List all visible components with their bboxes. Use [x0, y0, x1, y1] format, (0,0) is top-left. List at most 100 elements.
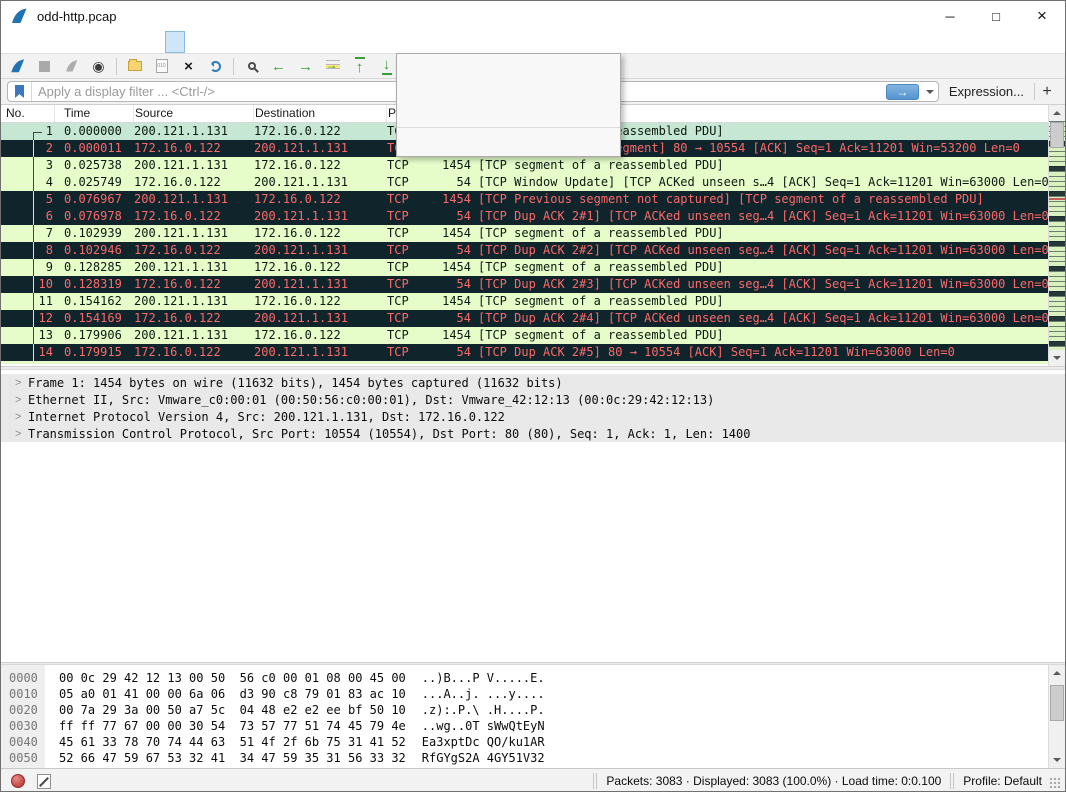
scroll-up-button[interactable] [1049, 105, 1065, 121]
packet-row[interactable]: 14 0.179915 172.16.0.122 200.121.1.131 T… [1, 344, 1048, 361]
packet-source: 200.121.1.131 [134, 259, 254, 276]
menu-item[interactable] [145, 31, 165, 53]
expression-button[interactable]: Expression... [949, 84, 1024, 99]
menu-item[interactable] [165, 31, 185, 53]
packet-length: 1454 [442, 225, 471, 242]
packet-time: 0.179906 [55, 327, 134, 344]
packet-length: 1454 [442, 157, 471, 174]
packet-length: 54 [442, 344, 471, 361]
find-packet-button[interactable] [239, 55, 264, 77]
packet-list-scrollbar[interactable] [1048, 105, 1065, 366]
packet-count-summary: Packets: 3083 · Displayed: 3083 (100.0%)… [606, 774, 941, 788]
detail-text: Transmission Control Protocol, Src Port:… [28, 427, 750, 441]
packet-source: 200.121.1.131 [134, 191, 254, 208]
detail-line[interactable]: > Internet Protocol Version 4, Src: 200.… [1, 408, 1065, 425]
packet-source: 200.121.1.131 [134, 327, 254, 344]
resize-grip[interactable] [1048, 776, 1061, 789]
apply-filter-button[interactable]: → [886, 84, 919, 100]
go-first-packet-button[interactable]: ↑ [347, 55, 372, 77]
column-header-time[interactable]: Time [55, 105, 134, 122]
menu-bar [1, 31, 1065, 53]
expand-chevron-icon[interactable]: > [15, 428, 28, 440]
hex-row[interactable]: 0030 ff ff 77 67 00 00 30 54 73 57 77 51… [1, 718, 1048, 734]
column-header-source[interactable]: Source [134, 105, 254, 122]
minimize-button[interactable]: ─ [927, 1, 973, 31]
hex-row[interactable]: 0040 45 61 33 78 70 74 44 63 51 4f 2f 6b… [1, 734, 1048, 750]
hex-scrollbar[interactable] [1048, 665, 1065, 768]
filter-dropdown-caret[interactable] [922, 82, 938, 101]
close-button[interactable]: × [1019, 1, 1065, 31]
detail-line[interactable]: > Frame 1: 1454 bytes on wire (11632 bit… [1, 374, 1065, 391]
packet-row[interactable]: 9 0.128285 200.121.1.131 172.16.0.122 TC… [1, 259, 1048, 276]
packet-no: 7 [1, 225, 55, 242]
packet-no: 13 [1, 327, 55, 344]
expert-info-icon[interactable] [11, 774, 25, 788]
packet-row[interactable]: 5 0.076967 200.121.1.131 172.16.0.122 TC… [1, 191, 1048, 208]
scroll-down-button[interactable] [1049, 350, 1065, 366]
packet-source: 200.121.1.131 [134, 293, 254, 310]
start-capture-button[interactable] [5, 55, 30, 77]
packet-row[interactable]: 13 0.179906 200.121.1.131 172.16.0.122 T… [1, 327, 1048, 344]
packet-row[interactable]: 6 0.076978 172.16.0.122 200.121.1.131 TC… [1, 208, 1048, 225]
hex-row[interactable]: 0050 52 66 47 59 67 53 32 41 34 47 59 35… [1, 750, 1048, 766]
go-forward-button[interactable]: → [293, 55, 318, 77]
packet-row[interactable]: 11 0.154162 200.121.1.131 172.16.0.122 T… [1, 293, 1048, 310]
hex-row[interactable]: 0020 00 7a 29 3a 00 50 a7 5c 04 48 e2 e2… [1, 702, 1048, 718]
scrollbar-thumb[interactable] [1050, 685, 1064, 721]
packet-row[interactable]: 4 0.025749 172.16.0.122 200.121.1.131 TC… [1, 174, 1048, 191]
add-filter-button[interactable]: + [1035, 83, 1059, 101]
column-header-no[interactable]: No. [1, 105, 55, 122]
scroll-up-button[interactable] [1049, 665, 1065, 681]
packet-row[interactable]: 8 0.102946 172.16.0.122 200.121.1.131 TC… [1, 242, 1048, 259]
filter-bookmark-button[interactable] [8, 82, 32, 101]
detail-line[interactable]: > Transmission Control Protocol, Src Por… [1, 425, 1065, 442]
menu-item[interactable] [85, 31, 105, 53]
restart-capture-button[interactable] [59, 55, 84, 77]
packet-row[interactable]: 7 0.102939 200.121.1.131 172.16.0.122 TC… [1, 225, 1048, 242]
expand-chevron-icon[interactable]: > [15, 394, 28, 406]
menu-item[interactable] [125, 31, 145, 53]
packet-row[interactable]: 10 0.128319 172.16.0.122 200.121.1.131 T… [1, 276, 1048, 293]
packet-destination: 172.16.0.122 [254, 327, 387, 344]
menu-item[interactable] [65, 31, 85, 53]
stop-capture-button[interactable] [32, 55, 57, 77]
packet-length: 1454 [442, 327, 471, 344]
dropdown-menu-item[interactable] [397, 78, 620, 100]
forward-arrow-icon: → [298, 59, 313, 74]
dropdown-menu-item[interactable] [397, 56, 620, 78]
go-top-icon: ↑ [355, 57, 365, 75]
dropdown-menu-item[interactable] [397, 100, 620, 122]
menu-item[interactable] [205, 31, 225, 53]
menu-item[interactable] [105, 31, 125, 53]
menu-item[interactable] [25, 31, 45, 53]
goto-packet-button[interactable] [320, 55, 345, 77]
down-arrow-icon [1053, 758, 1061, 766]
scrollbar-thumb[interactable] [1050, 122, 1064, 148]
expand-chevron-icon[interactable]: > [15, 411, 28, 423]
open-file-button[interactable] [122, 55, 147, 77]
packet-length: 54 [442, 208, 471, 225]
packet-row[interactable]: 12 0.154169 172.16.0.122 200.121.1.131 T… [1, 310, 1048, 327]
maximize-button[interactable]: □ [973, 1, 1019, 31]
profile-label[interactable]: Profile: Default [963, 774, 1042, 788]
save-file-button[interactable]: 010 [149, 55, 174, 77]
packet-length: 1454 [442, 259, 471, 276]
close-file-button[interactable]: × [176, 55, 201, 77]
packet-info: [TCP Previous segment not captured] [TCP… [471, 191, 1048, 208]
hex-row[interactable]: 0010 05 a0 01 41 00 00 6a 06 d3 90 c8 79… [1, 686, 1048, 702]
reload-button[interactable] [203, 55, 228, 77]
scroll-down-button[interactable] [1049, 752, 1065, 768]
packet-row[interactable]: 3 0.025738 200.121.1.131 172.16.0.122 TC… [1, 157, 1048, 174]
column-header-destination[interactable]: Destination [254, 105, 387, 122]
detail-line[interactable]: > Ethernet II, Src: Vmware_c0:00:01 (00:… [1, 391, 1065, 408]
menu-item[interactable] [45, 31, 65, 53]
go-back-button[interactable]: ← [266, 55, 291, 77]
hex-row[interactable]: 0000 00 0c 29 42 12 13 00 50 56 c0 00 01… [1, 670, 1048, 686]
packet-time: 0.000011 [55, 140, 134, 157]
dropdown-menu-item[interactable] [397, 127, 620, 153]
menu-item[interactable] [5, 31, 25, 53]
expand-chevron-icon[interactable]: > [15, 377, 28, 389]
capture-options-button[interactable]: ◉ [86, 55, 111, 77]
capture-comment-icon[interactable] [37, 774, 51, 789]
menu-item[interactable] [185, 31, 205, 53]
